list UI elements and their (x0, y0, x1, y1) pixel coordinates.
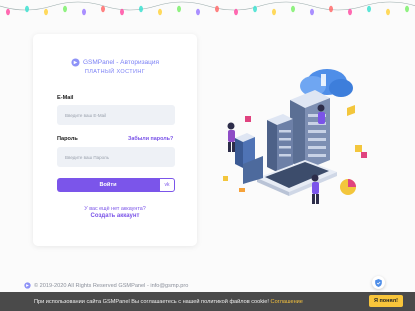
forgot-password-link[interactable]: Забыли пароль? (128, 136, 173, 142)
email-label: E-Mail (57, 95, 74, 101)
garland-bulb (6, 8, 10, 16)
decor-cube (347, 105, 355, 116)
login-actions: Войти vk (57, 178, 175, 192)
cookie-text: При использовании сайта GSMPanel Вы согл… (34, 298, 269, 305)
garland-bulb (158, 8, 162, 16)
cookie-accept-button[interactable]: Я понял! (369, 295, 403, 307)
vk-login-button[interactable]: vk (159, 178, 175, 192)
brand-subtitle: ПЛАТНЫЙ ХОСТИНГ (84, 69, 146, 75)
cookie-message: При использовании сайта GSMPanel Вы согл… (34, 299, 303, 305)
email-field[interactable] (57, 105, 175, 125)
garland-bulb (139, 5, 143, 13)
cookie-consent-bar: При использовании сайта GSMPanel Вы согл… (0, 292, 415, 311)
create-account-link[interactable]: Создать аккаунт (33, 213, 197, 219)
garland-bulb (272, 8, 276, 16)
pie-chart-icon (340, 179, 356, 195)
person-figure (227, 122, 235, 152)
brand-header: GSMPanel - Авторизация ПЛАТНЫЙ ХОСТИНГ (33, 58, 197, 75)
decor-cube (239, 188, 245, 192)
garland-bulb (82, 8, 86, 16)
garland-bulb (291, 5, 295, 13)
password-label: Пароль (57, 136, 78, 142)
cloud-icon (300, 69, 353, 97)
garland-bulb (63, 5, 67, 13)
decor-cube (361, 152, 367, 158)
garland-bulb (310, 8, 314, 16)
copyright-icon (24, 282, 31, 289)
garland-bulb (405, 5, 409, 13)
decor-cube (223, 176, 228, 181)
hero-illustration (223, 69, 367, 204)
person-figure (311, 174, 319, 204)
login-button[interactable]: Войти (57, 178, 159, 192)
garland-lights (0, 1, 415, 16)
server-rack-icon (267, 114, 293, 172)
copyright-footer: © 2019-2020 All Rights Reserved GSMPanel… (24, 282, 188, 289)
garland-bulb (386, 8, 390, 16)
garland-bulb (25, 5, 29, 13)
garland-bulb (101, 5, 105, 13)
person-figure (317, 104, 325, 124)
garland-bulb (329, 5, 333, 13)
garland-bulb (44, 8, 48, 16)
password-field[interactable] (57, 147, 175, 167)
security-badge[interactable] (372, 276, 385, 289)
shield-icon (375, 278, 382, 287)
garland-bulb (196, 8, 200, 16)
garland-bulb (348, 8, 352, 16)
garland-bulb (215, 5, 219, 13)
gsmpanel-logo-icon (71, 58, 80, 67)
decor-cube (355, 145, 362, 152)
no-account-text: У вас ещё нет аккаунта? (84, 206, 146, 212)
cookie-policy-link[interactable]: Соглашение (271, 299, 303, 305)
garland-bulb (234, 8, 238, 16)
garland-bulb (253, 5, 257, 13)
brand-title: GSMPanel - Авторизация (82, 59, 160, 66)
garland-bulb (177, 5, 181, 13)
decor-cube (245, 116, 251, 122)
garland-bulb (120, 8, 124, 16)
garland-bulb (367, 5, 371, 13)
server-rack-icon (290, 90, 330, 170)
copyright-text: © 2019-2020 All Rights Reserved GSMPanel… (34, 282, 189, 289)
